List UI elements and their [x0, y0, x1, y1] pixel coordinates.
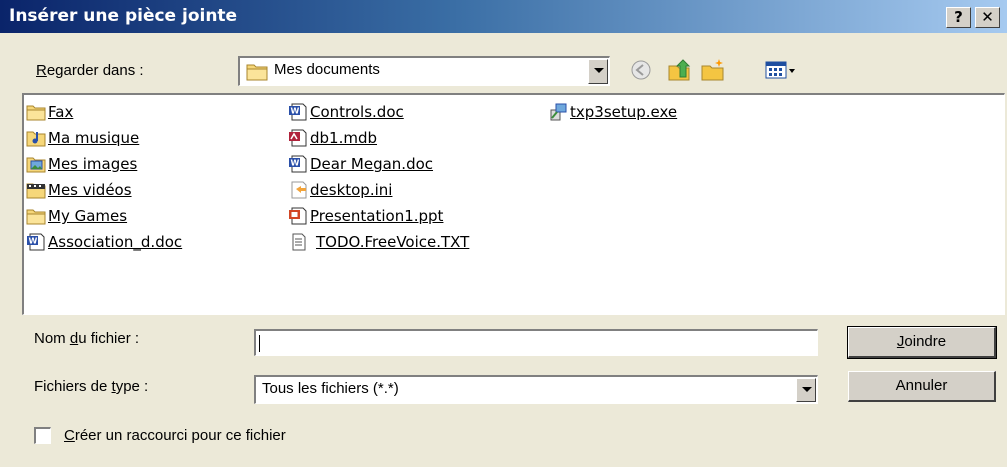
title-bar[interactable]: Insérer une pièce jointe ? ✕ [0, 0, 1007, 33]
word-doc-icon: W [289, 155, 307, 173]
powerpoint-icon [289, 207, 307, 225]
up-folder-icon[interactable] [666, 57, 692, 83]
back-icon[interactable] [628, 57, 654, 83]
file-item-txp3setup-exe[interactable]: txp3setup.exe [548, 101, 677, 123]
file-item-my-games[interactable]: My Games [26, 205, 127, 227]
filetype-dropdown-arrow[interactable] [796, 378, 816, 402]
videos-folder-icon [26, 183, 46, 199]
filetype-value: Tous les fichiers (*.*) [262, 380, 399, 397]
filename-input[interactable] [254, 329, 818, 356]
window-title: Insérer une pièce jointe [9, 6, 238, 26]
file-list[interactable]: Fax Ma musique Mes images Mes vidéos My … [22, 93, 1005, 315]
create-shortcut-checkbox[interactable] [34, 427, 51, 444]
help-button[interactable]: ? [946, 7, 971, 28]
file-item-presentation1-ppt[interactable]: Presentation1.ppt [288, 205, 443, 227]
filename-label: Nom du fichier : [34, 330, 140, 347]
file-item-association-d-doc[interactable]: W Association_d.doc [26, 231, 182, 253]
look-in-value: Mes documents [274, 61, 380, 78]
close-button[interactable]: ✕ [975, 7, 1000, 28]
setup-exe-icon [550, 103, 567, 121]
attach-button[interactable]: Joindre [847, 326, 997, 359]
text-caret [259, 335, 260, 352]
file-item-fax[interactable]: Fax [26, 101, 73, 123]
filetype-combo[interactable]: Tous les fichiers (*.*) [254, 375, 818, 404]
ini-file-icon [291, 181, 307, 199]
word-doc-icon: W [289, 103, 307, 121]
access-db-icon [289, 129, 307, 147]
word-doc-icon: W [27, 233, 45, 251]
file-item-todo-freevoice-txt[interactable]: TODO.FreeVoice.TXT [288, 231, 469, 253]
view-menu-icon[interactable] [764, 57, 796, 83]
file-item-dear-megan-doc[interactable]: W Dear Megan.doc [288, 153, 433, 175]
new-folder-icon[interactable] [700, 57, 726, 83]
file-item-db1-mdb[interactable]: db1.mdb [288, 127, 377, 149]
look-in-combo[interactable]: Mes documents [238, 56, 610, 86]
look-in-dropdown-arrow[interactable] [588, 59, 608, 84]
svg-text:W: W [291, 107, 300, 116]
file-item-ma-musique[interactable]: Ma musique [26, 127, 139, 149]
insert-attachment-dialog: Insérer une pièce jointe ? ✕ Regarder da… [0, 0, 1007, 467]
file-item-desktop-ini[interactable]: desktop.ini [288, 179, 392, 201]
music-folder-icon [26, 131, 46, 147]
svg-text:W: W [291, 159, 300, 168]
file-item-mes-images[interactable]: Mes images [26, 153, 137, 175]
look-in-label: Regarder dans : [36, 62, 144, 79]
folder-icon [246, 64, 268, 81]
cancel-button[interactable]: Annuler [848, 371, 996, 402]
folder-icon [26, 209, 46, 225]
filetype-label: Fichiers de type : [34, 378, 149, 395]
file-item-controls-doc[interactable]: W Controls.doc [288, 101, 404, 123]
pictures-folder-icon [26, 157, 46, 173]
file-item-mes-videos[interactable]: Mes vidéos [26, 179, 132, 201]
create-shortcut-label[interactable]: Créer un raccourci pour ce fichier [64, 427, 286, 444]
text-file-icon [292, 233, 306, 251]
folder-icon [26, 105, 46, 121]
svg-text:W: W [29, 237, 38, 246]
